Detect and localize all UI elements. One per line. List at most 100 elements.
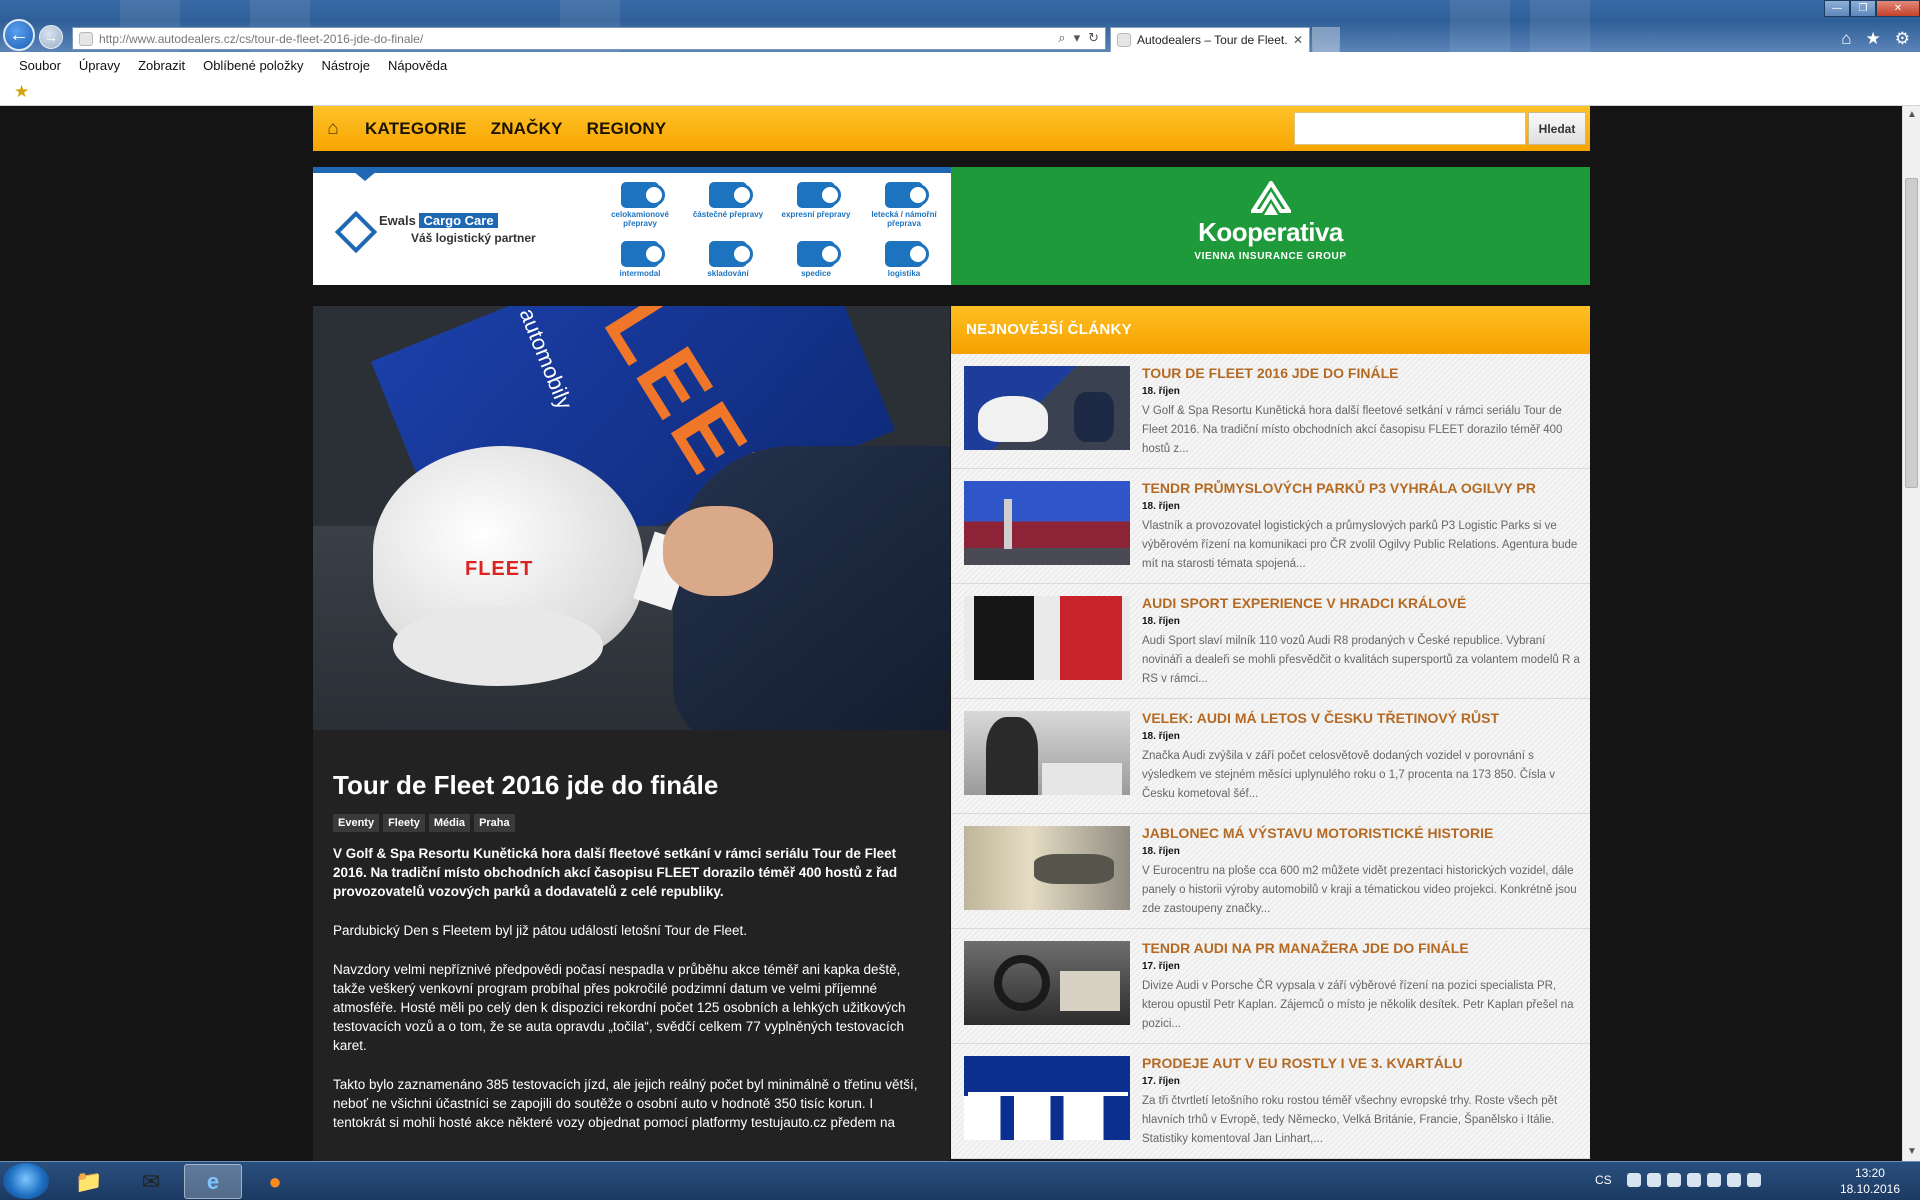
list-item[interactable]: TOUR DE FLEET 2016 JDE DO FINÁLE 18. říj… <box>951 354 1590 469</box>
search-icon[interactable]: ⌕ <box>1058 30 1065 46</box>
article-lead: V Golf & Spa Resortu Kunětická hora dalš… <box>333 846 898 899</box>
ewals-banner[interactable]: Ewals Cargo Care Váš logistický partner … <box>313 167 951 285</box>
ewals-brand: Ewals Cargo Care <box>379 213 498 228</box>
article-paragraph: Navzdory velmi nepříznivé předpovědi poč… <box>333 962 906 1053</box>
ewals-brand-name: Ewals <box>379 213 416 228</box>
article-excerpt: Audi Sport slaví milník 110 vozů Audi R8… <box>1142 635 1580 685</box>
close-tab-icon[interactable]: ✕ <box>1293 33 1303 47</box>
article-excerpt: V Golf & Spa Resortu Kunětická hora dalš… <box>1142 405 1563 455</box>
page-viewport: ⌂ KATEGORIE ZNAČKY REGIONY Hledat Ewals … <box>0 106 1902 1161</box>
add-favorite-icon[interactable]: ★ <box>14 82 29 102</box>
menu-oblibene[interactable]: Oblíbené položky <box>203 58 303 73</box>
article-link[interactable]: AUDI SPORT EXPERIENCE V HRADCI KRÁLOVÉ <box>1142 595 1587 611</box>
scrollbar-thumb[interactable] <box>1905 178 1918 488</box>
chevron-down-icon[interactable]: ▾ <box>1074 30 1081 46</box>
article-thumbnail[interactable] <box>964 711 1130 795</box>
list-item[interactable]: AUDI SPORT EXPERIENCE V HRADCI KRÁLOVÉ 1… <box>951 584 1590 699</box>
firefox-icon[interactable]: ● <box>246 1164 304 1199</box>
menu-napoveda[interactable]: Nápověda <box>388 58 447 73</box>
arrow-right-icon: → <box>44 29 58 45</box>
tag-eventy[interactable]: Eventy <box>333 814 380 832</box>
article-thumbnail[interactable] <box>964 366 1130 450</box>
service-express: expresní přepravy <box>774 182 858 219</box>
scroll-up-icon[interactable]: ▲ <box>1903 106 1920 124</box>
article-link[interactable]: TOUR DE FLEET 2016 JDE DO FINÁLE <box>1142 365 1587 381</box>
kooperativa-banner[interactable]: Kooperativa VIENNA INSURANCE GROUP <box>951 167 1590 285</box>
forward-button[interactable]: → <box>39 25 63 49</box>
search-button[interactable]: Hledat <box>1528 112 1586 145</box>
article-link[interactable]: PRODEJE AUT V EU ROSTLY I VE 3. KVARTÁLU <box>1142 1055 1587 1071</box>
favorites-star-icon[interactable]: ★ <box>1866 29 1881 49</box>
article-thumbnail[interactable] <box>964 941 1130 1025</box>
service-label: letecká / námořní přeprava <box>871 210 937 228</box>
list-item[interactable]: TENDR PRŮMYSLOVÝCH PARKŮ P3 VYHRÁLA OGIL… <box>951 469 1590 584</box>
close-window-button[interactable]: ✕ <box>1876 0 1920 17</box>
page-scrollbar[interactable]: ▲ ▼ <box>1902 106 1920 1161</box>
list-item[interactable]: TENDR AUDI NA PR MANAŽERA JDE DO FINÁLE … <box>951 929 1590 1044</box>
article-date: 18. říjen <box>1142 501 1180 512</box>
article-thumbnail[interactable] <box>964 1056 1130 1140</box>
menu-nastroje[interactable]: Nástroje <box>322 58 370 73</box>
taskbar-clock[interactable]: 13:20 18.10.2016 <box>1840 1165 1900 1197</box>
tag-media[interactable]: Média <box>428 814 471 832</box>
kooperativa-name: Kooperativa <box>1198 217 1343 247</box>
address-bar[interactable]: http://www.autodealers.cz/cs/tour-de-fle… <box>72 27 1106 50</box>
flag-icon[interactable] <box>1707 1173 1721 1187</box>
network-icon[interactable] <box>1727 1173 1741 1187</box>
sync-icon[interactable] <box>1667 1173 1681 1187</box>
article-thumbnail[interactable] <box>964 481 1130 565</box>
volume-icon[interactable] <box>1747 1173 1761 1187</box>
nav-znacky[interactable]: ZNAČKY <box>479 119 575 139</box>
scroll-down-icon[interactable]: ▼ <box>1903 1143 1920 1161</box>
new-tab-button[interactable] <box>1312 27 1340 52</box>
list-item[interactable]: VELEK: AUDI MÁ LETOS V ČESKU TŘETINOVÝ R… <box>951 699 1590 814</box>
tag-fleety[interactable]: Fleety <box>383 814 425 832</box>
service-intermodal: intermodal <box>598 241 682 278</box>
clock-time: 13:20 <box>1854 1166 1885 1180</box>
internet-explorer-icon[interactable]: e <box>184 1164 242 1199</box>
site-navigation: ⌂ KATEGORIE ZNAČKY REGIONY Hledat <box>313 106 1590 151</box>
tab-title: Autodealers – Tour de Fleet... <box>1137 33 1287 47</box>
home-icon[interactable]: ⌂ <box>1841 29 1851 49</box>
sidebar-heading: NEJNOVĚJŠÍ ČLÁNKY <box>951 306 1590 354</box>
tag-praha[interactable]: Praha <box>474 814 515 832</box>
truck-icon <box>709 182 753 208</box>
explorer-icon[interactable]: 📁 <box>60 1164 118 1199</box>
browser-tab[interactable]: Autodealers – Tour de Fleet... ✕ <box>1110 27 1310 52</box>
home-icon[interactable]: ⌂ <box>313 118 353 140</box>
service-label: expresní přepravy <box>781 210 851 219</box>
article-thumbnail[interactable] <box>964 596 1130 680</box>
clock-date: 18.10.2016 <box>1839 1182 1900 1196</box>
settings-gear-icon[interactable]: ⚙ <box>1895 29 1910 49</box>
service-label: intermodal <box>619 269 661 278</box>
nav-kategorie[interactable]: KATEGORIE <box>353 119 479 139</box>
back-button[interactable]: ← <box>3 19 35 51</box>
article-excerpt: V Eurocentru na ploše cca 600 m2 můžete … <box>1142 865 1577 915</box>
menu-zobrazit[interactable]: Zobrazit <box>138 58 185 73</box>
cloud-icon[interactable] <box>1627 1173 1641 1187</box>
article-link[interactable]: VELEK: AUDI MÁ LETOS V ČESKU TŘETINOVÝ R… <box>1142 710 1587 726</box>
menu-soubor[interactable]: Soubor <box>19 58 61 73</box>
refresh-icon[interactable]: ↻ <box>1088 30 1099 46</box>
service-logistics: logistika <box>862 241 946 278</box>
app-tray-icon[interactable] <box>1687 1173 1701 1187</box>
article-link[interactable]: JABLONEC MÁ VÝSTAVU MOTORISTICKÉ HISTORI… <box>1142 825 1587 841</box>
article-link[interactable]: TENDR AUDI NA PR MANAŽERA JDE DO FINÁLE <box>1142 940 1587 956</box>
article-excerpt: Za tři čtvrtletí letošního roku rostou t… <box>1142 1095 1558 1145</box>
menu-upravy[interactable]: Úpravy <box>79 58 120 73</box>
mail-icon[interactable]: ✉ <box>122 1164 180 1199</box>
list-item[interactable]: PRODEJE AUT V EU ROSTLY I VE 3. KVARTÁLU… <box>951 1044 1590 1159</box>
minimize-button[interactable]: — <box>1824 0 1850 17</box>
start-button[interactable] <box>3 1163 49 1199</box>
maximize-button[interactable]: ❐ <box>1850 0 1876 17</box>
latest-articles-list: TOUR DE FLEET 2016 JDE DO FINÁLE 18. říj… <box>951 354 1590 1159</box>
article-link[interactable]: TENDR PRŮMYSLOVÝCH PARKŮ P3 VYHRÁLA OGIL… <box>1142 480 1587 496</box>
language-indicator[interactable]: CS <box>1595 1173 1612 1187</box>
list-item[interactable]: JABLONEC MÁ VÝSTAVU MOTORISTICKÉ HISTORI… <box>951 814 1590 929</box>
site-search-input[interactable] <box>1294 112 1526 145</box>
security-icon[interactable] <box>1647 1173 1661 1187</box>
address-url[interactable]: http://www.autodealers.cz/cs/tour-de-fle… <box>99 32 423 46</box>
article-thumbnail[interactable] <box>964 826 1130 910</box>
article-excerpt: Divize Audi v Porsche ČR vypsala v září … <box>1142 980 1574 1030</box>
nav-regiony[interactable]: REGIONY <box>575 119 679 139</box>
